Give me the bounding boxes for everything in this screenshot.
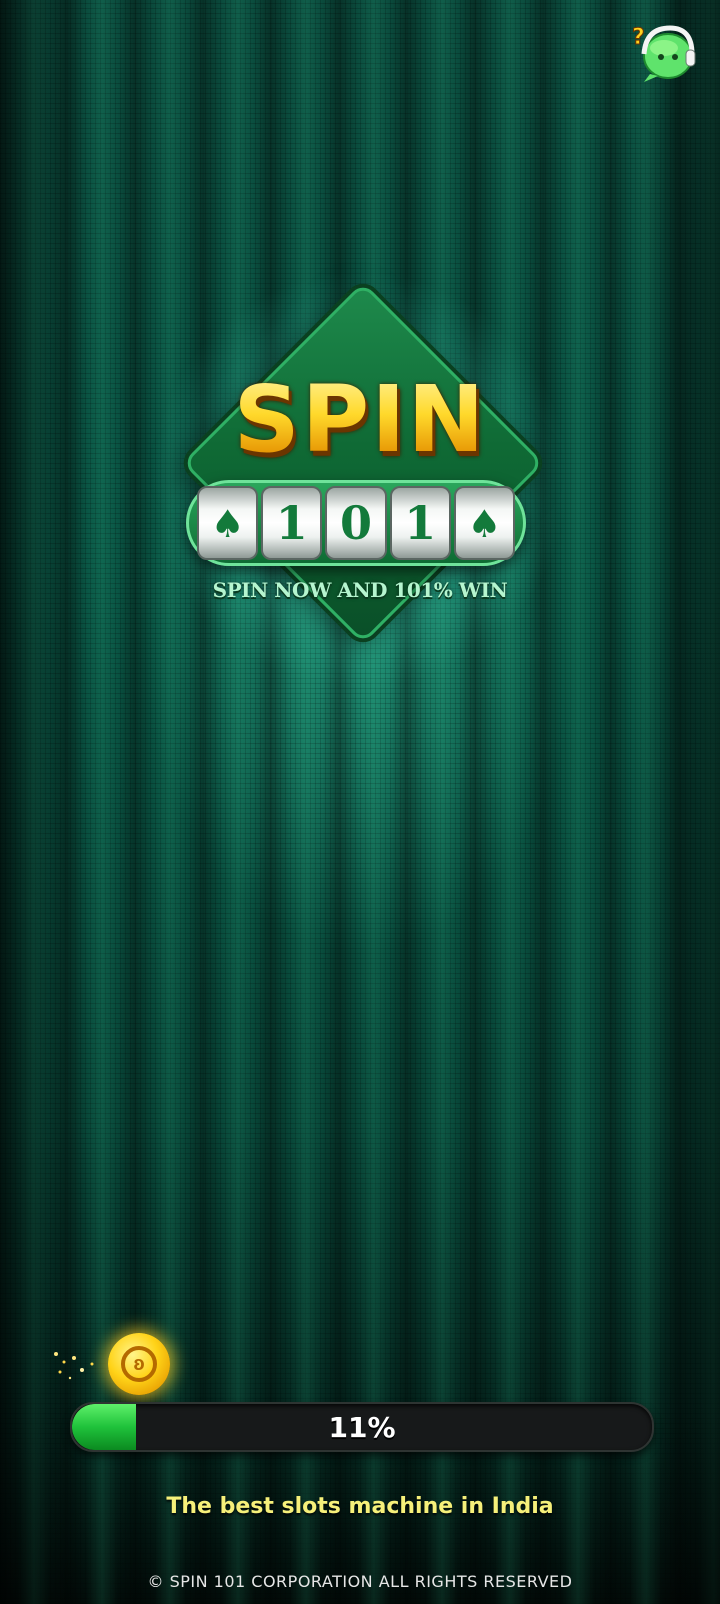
- logo-tagline: SPIN NOW AND 101% WIN: [212, 578, 508, 602]
- loading-progress-bar: 11%: [70, 1402, 654, 1452]
- slot-reels: ♠ 1 0 1 ♠: [186, 480, 526, 566]
- reel-digit: 0: [325, 486, 387, 560]
- reel-spade-icon: ♠: [453, 486, 516, 560]
- reel-digit: 1: [261, 486, 323, 560]
- copyright-footer: © SPIN 101 CORPORATION ALL RIGHTS RESERV…: [147, 1572, 573, 1591]
- progress-label: 11%: [328, 1410, 396, 1444]
- sparkle-icon: [54, 1352, 94, 1380]
- splash-screen: ? SPIN ♠ 1 0 1 ♠ SPIN NOW AND 101% WIN ʚ…: [0, 0, 720, 1604]
- coin-emblem-icon: ʚ: [121, 1346, 157, 1382]
- spin-101-logo: SPIN ♠ 1 0 1 ♠ SPIN NOW AND 101% WIN: [140, 270, 580, 690]
- gold-coin-icon: ʚ: [108, 1333, 170, 1395]
- reel-spade-icon: ♠: [197, 486, 259, 560]
- headset-support-icon[interactable]: ?: [630, 20, 700, 86]
- tagline-subtitle: The best slots machine in India: [166, 1494, 554, 1519]
- reel-digit: 1: [389, 486, 451, 560]
- logo-title: SPIN: [140, 366, 580, 473]
